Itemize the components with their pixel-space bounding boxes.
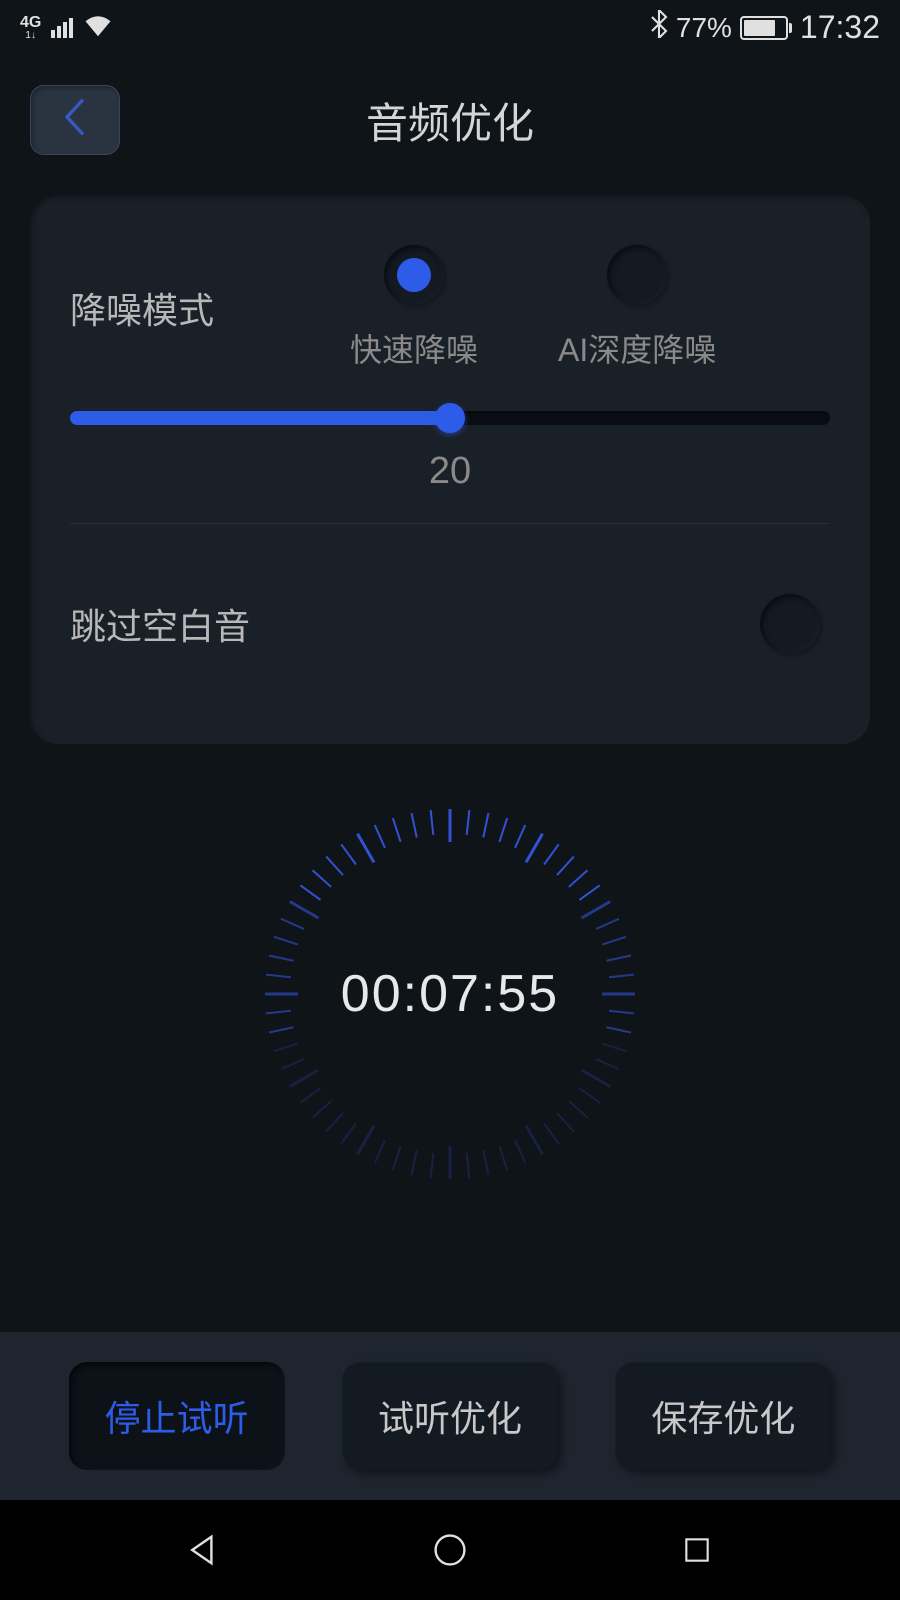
radio-label: 快速降噪 — [350, 325, 478, 371]
slider-thumb[interactable] — [435, 403, 465, 433]
radio-label: AI深度降噪 — [558, 325, 716, 371]
timer-dial: 00:07:55 — [250, 794, 650, 1194]
bluetooth-icon — [650, 10, 668, 45]
noise-reduction-row: 降噪模式 快速降噪 AI深度降噪 — [70, 245, 830, 371]
network-type-label: 4G 1↓ — [20, 15, 41, 41]
signal-icon — [51, 18, 73, 38]
battery-percent-text: 77% — [676, 12, 732, 44]
skip-silence-row: 跳过空白音 — [70, 594, 830, 654]
slider-fill — [70, 411, 450, 425]
slider-track — [70, 411, 830, 425]
status-bar: 4G 1↓ 77% 17:32 — [0, 0, 900, 55]
save-optimize-button[interactable]: 保存优化 — [615, 1362, 831, 1470]
status-left-group: 4G 1↓ — [20, 12, 113, 44]
timer-display: 00:07:55 — [341, 964, 559, 1024]
stop-preview-button[interactable]: 停止试听 — [69, 1362, 285, 1470]
wifi-icon — [83, 12, 113, 44]
settings-panel: 降噪模式 快速降噪 AI深度降噪 20 跳过空白音 — [30, 195, 870, 744]
status-right-group: 77% 17:32 — [650, 9, 880, 46]
radio-circle-icon — [607, 245, 667, 305]
android-recent-button[interactable] — [672, 1525, 722, 1575]
navigation-header: 音频优化 — [0, 55, 900, 185]
back-button[interactable] — [30, 85, 120, 155]
android-home-button[interactable] — [425, 1525, 475, 1575]
radio-circle-icon — [384, 245, 444, 305]
page-title: 音频优化 — [366, 90, 534, 151]
android-navigation-bar — [0, 1500, 900, 1600]
radio-ai-denoise[interactable]: AI深度降噪 — [558, 245, 716, 371]
timer-section: 00:07:55 — [0, 794, 900, 1194]
battery-icon — [740, 16, 792, 40]
android-back-button[interactable] — [178, 1525, 228, 1575]
skip-silence-label: 跳过空白音 — [70, 598, 250, 650]
noise-reduction-radio-group: 快速降噪 AI深度降噪 — [310, 245, 830, 371]
chevron-left-icon — [59, 97, 91, 144]
radio-fast-denoise[interactable]: 快速降噪 — [350, 245, 478, 371]
action-button-bar: 停止试听 试听优化 保存优化 — [0, 1332, 900, 1500]
preview-optimize-button[interactable]: 试听优化 — [342, 1362, 558, 1470]
skip-silence-toggle[interactable] — [760, 594, 820, 654]
intensity-slider[interactable]: 20 — [70, 411, 830, 493]
divider — [70, 523, 830, 524]
noise-reduction-label: 降噪模式 — [70, 282, 310, 334]
slider-value-text: 20 — [70, 450, 830, 493]
clock-text: 17:32 — [800, 9, 880, 46]
